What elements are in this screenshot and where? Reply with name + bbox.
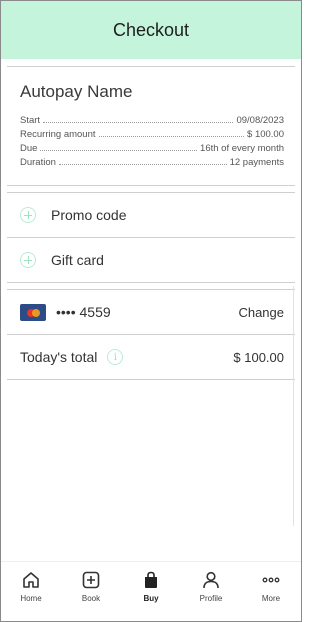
divider bbox=[7, 237, 295, 238]
header-bar: Checkout bbox=[1, 1, 301, 59]
detail-value: 12 payments bbox=[229, 157, 284, 168]
payment-method-row: •••• 4559 Change bbox=[20, 300, 284, 324]
plus-circle-icon bbox=[20, 252, 36, 268]
autopay-name: Autopay Name bbox=[20, 82, 133, 101]
leader-dots bbox=[98, 136, 245, 137]
tab-buy[interactable]: Buy bbox=[121, 562, 181, 621]
person-icon bbox=[203, 571, 219, 589]
detail-label: Start bbox=[20, 115, 41, 126]
gift-card-button[interactable]: Gift card bbox=[20, 248, 284, 272]
detail-label: Due bbox=[20, 143, 38, 154]
detail-value: 16th of every month bbox=[200, 143, 284, 154]
detail-row-recurring-amount: Recurring amount $ 100.00 bbox=[20, 128, 284, 142]
tab-profile[interactable]: Profile bbox=[181, 562, 241, 621]
card-number: •••• 4559 bbox=[56, 304, 111, 320]
leader-dots bbox=[40, 150, 198, 151]
tab-book[interactable]: Book bbox=[61, 562, 121, 621]
leader-dots bbox=[43, 122, 234, 123]
tab-label: Buy bbox=[143, 594, 159, 603]
divider bbox=[7, 334, 295, 335]
bottom-tab-bar: Home Book Buy Profile More bbox=[1, 561, 301, 621]
detail-label: Duration bbox=[20, 157, 56, 168]
scroll-edge bbox=[293, 286, 294, 526]
detail-row-duration: Duration 12 payments bbox=[20, 156, 284, 170]
plus-square-icon bbox=[82, 571, 100, 589]
gift-card-label: Gift card bbox=[51, 252, 104, 268]
total-label: Today's total bbox=[20, 349, 98, 365]
tab-home[interactable]: Home bbox=[1, 562, 61, 621]
autopay-summary: Autopay Name Start 09/08/2023 Recurring … bbox=[20, 82, 284, 170]
change-payment-button[interactable]: Change bbox=[238, 305, 284, 320]
promo-code-label: Promo code bbox=[51, 207, 127, 223]
promo-code-button[interactable]: Promo code bbox=[20, 203, 284, 227]
divider bbox=[7, 66, 295, 67]
divider bbox=[7, 192, 295, 193]
total-amount: $ 100.00 bbox=[233, 349, 284, 365]
page-title: Checkout bbox=[112, 19, 190, 40]
detail-row-due: Due 16th of every month bbox=[20, 142, 284, 156]
divider bbox=[7, 282, 295, 283]
home-icon bbox=[23, 572, 39, 588]
plus-circle-icon bbox=[20, 207, 36, 223]
divider bbox=[7, 289, 295, 290]
tab-label: Home bbox=[20, 594, 42, 603]
credit-card-icon bbox=[20, 303, 46, 321]
total-row: Today's total i $ 100.00 bbox=[20, 345, 284, 369]
tab-label: Book bbox=[81, 594, 101, 603]
tab-label: More bbox=[261, 594, 281, 603]
leader-dots bbox=[58, 164, 227, 165]
info-icon[interactable]: i bbox=[107, 349, 124, 365]
detail-value: 09/08/2023 bbox=[236, 115, 284, 126]
divider bbox=[7, 379, 295, 380]
shopping-bag-icon bbox=[145, 571, 157, 588]
detail-value: $ 100.00 bbox=[247, 129, 284, 140]
divider bbox=[7, 185, 295, 186]
more-dots-icon bbox=[262, 577, 280, 583]
detail-label: Recurring amount bbox=[20, 129, 96, 140]
detail-row-start: Start 09/08/2023 bbox=[20, 114, 284, 128]
tab-more[interactable]: More bbox=[241, 562, 301, 621]
tab-label: Profile bbox=[199, 594, 223, 603]
